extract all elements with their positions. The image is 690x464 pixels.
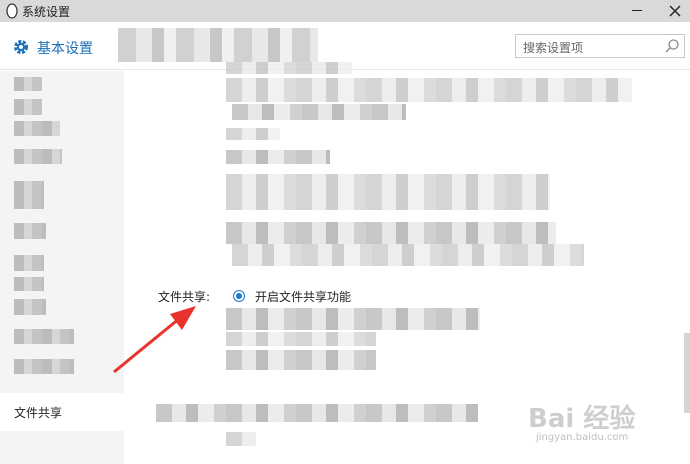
blurred-setting-row xyxy=(226,432,256,446)
search-input[interactable]: 搜索设置项 xyxy=(515,34,685,58)
search-icon[interactable] xyxy=(664,38,680,54)
minimize-icon[interactable] xyxy=(632,10,642,11)
penguin-icon xyxy=(6,3,18,19)
blurred-setting-row xyxy=(226,62,352,74)
gear-icon xyxy=(14,40,28,54)
sidebar-item-blurred[interactable] xyxy=(14,77,42,91)
blurred-setting-row xyxy=(226,308,480,330)
enable-file-share-radio[interactable] xyxy=(233,290,245,302)
search-placeholder: 搜索设置项 xyxy=(523,41,584,55)
sidebar-item-blurred[interactable] xyxy=(14,99,42,115)
enable-file-share-label[interactable]: 开启文件共享功能 xyxy=(255,288,351,305)
blurred-setting-row xyxy=(226,78,632,102)
sidebar-item-blurred[interactable] xyxy=(14,149,62,164)
sidebar-item-file-share[interactable]: 文件共享 xyxy=(0,393,124,431)
annotation-arrow xyxy=(113,306,196,374)
blurred-setting-row xyxy=(226,150,330,164)
sidebar-item-blurred[interactable] xyxy=(14,329,74,344)
watermark-logo: Bai 经验 xyxy=(528,404,636,434)
sidebar-item-blurred[interactable] xyxy=(14,359,74,374)
blurred-setting-row xyxy=(226,332,376,346)
blurred-setting-row xyxy=(226,174,550,210)
blurred-setting-row xyxy=(226,128,280,140)
close-icon[interactable] xyxy=(668,4,682,18)
blurred-setting-row xyxy=(232,244,584,266)
watermark-url: jingyan.baidu.com xyxy=(536,432,629,443)
sidebar-item-blurred[interactable] xyxy=(14,277,44,291)
blurred-setting-row xyxy=(156,404,478,422)
blurred-setting-row xyxy=(232,104,406,120)
window-title: 系统设置 xyxy=(22,5,71,19)
sidebar-item-blurred[interactable] xyxy=(14,299,46,315)
sidebar-item-blurred[interactable] xyxy=(14,255,44,271)
blurred-tabs xyxy=(118,28,318,62)
sidebar: 文件共享 xyxy=(0,71,124,464)
sidebar-item-label: 文件共享 xyxy=(14,406,63,420)
sidebar-item-blurred[interactable] xyxy=(14,121,60,136)
watermark: Bai 经验 jingyan.baidu.com xyxy=(528,398,688,448)
page-title: 基本设置 xyxy=(37,41,93,57)
sidebar-item-blurred[interactable] xyxy=(14,223,46,239)
title-bar: 系统设置 xyxy=(0,0,690,22)
blurred-setting-row xyxy=(226,350,376,370)
sidebar-item-blurred[interactable] xyxy=(14,181,44,209)
blurred-setting-row xyxy=(226,222,556,244)
